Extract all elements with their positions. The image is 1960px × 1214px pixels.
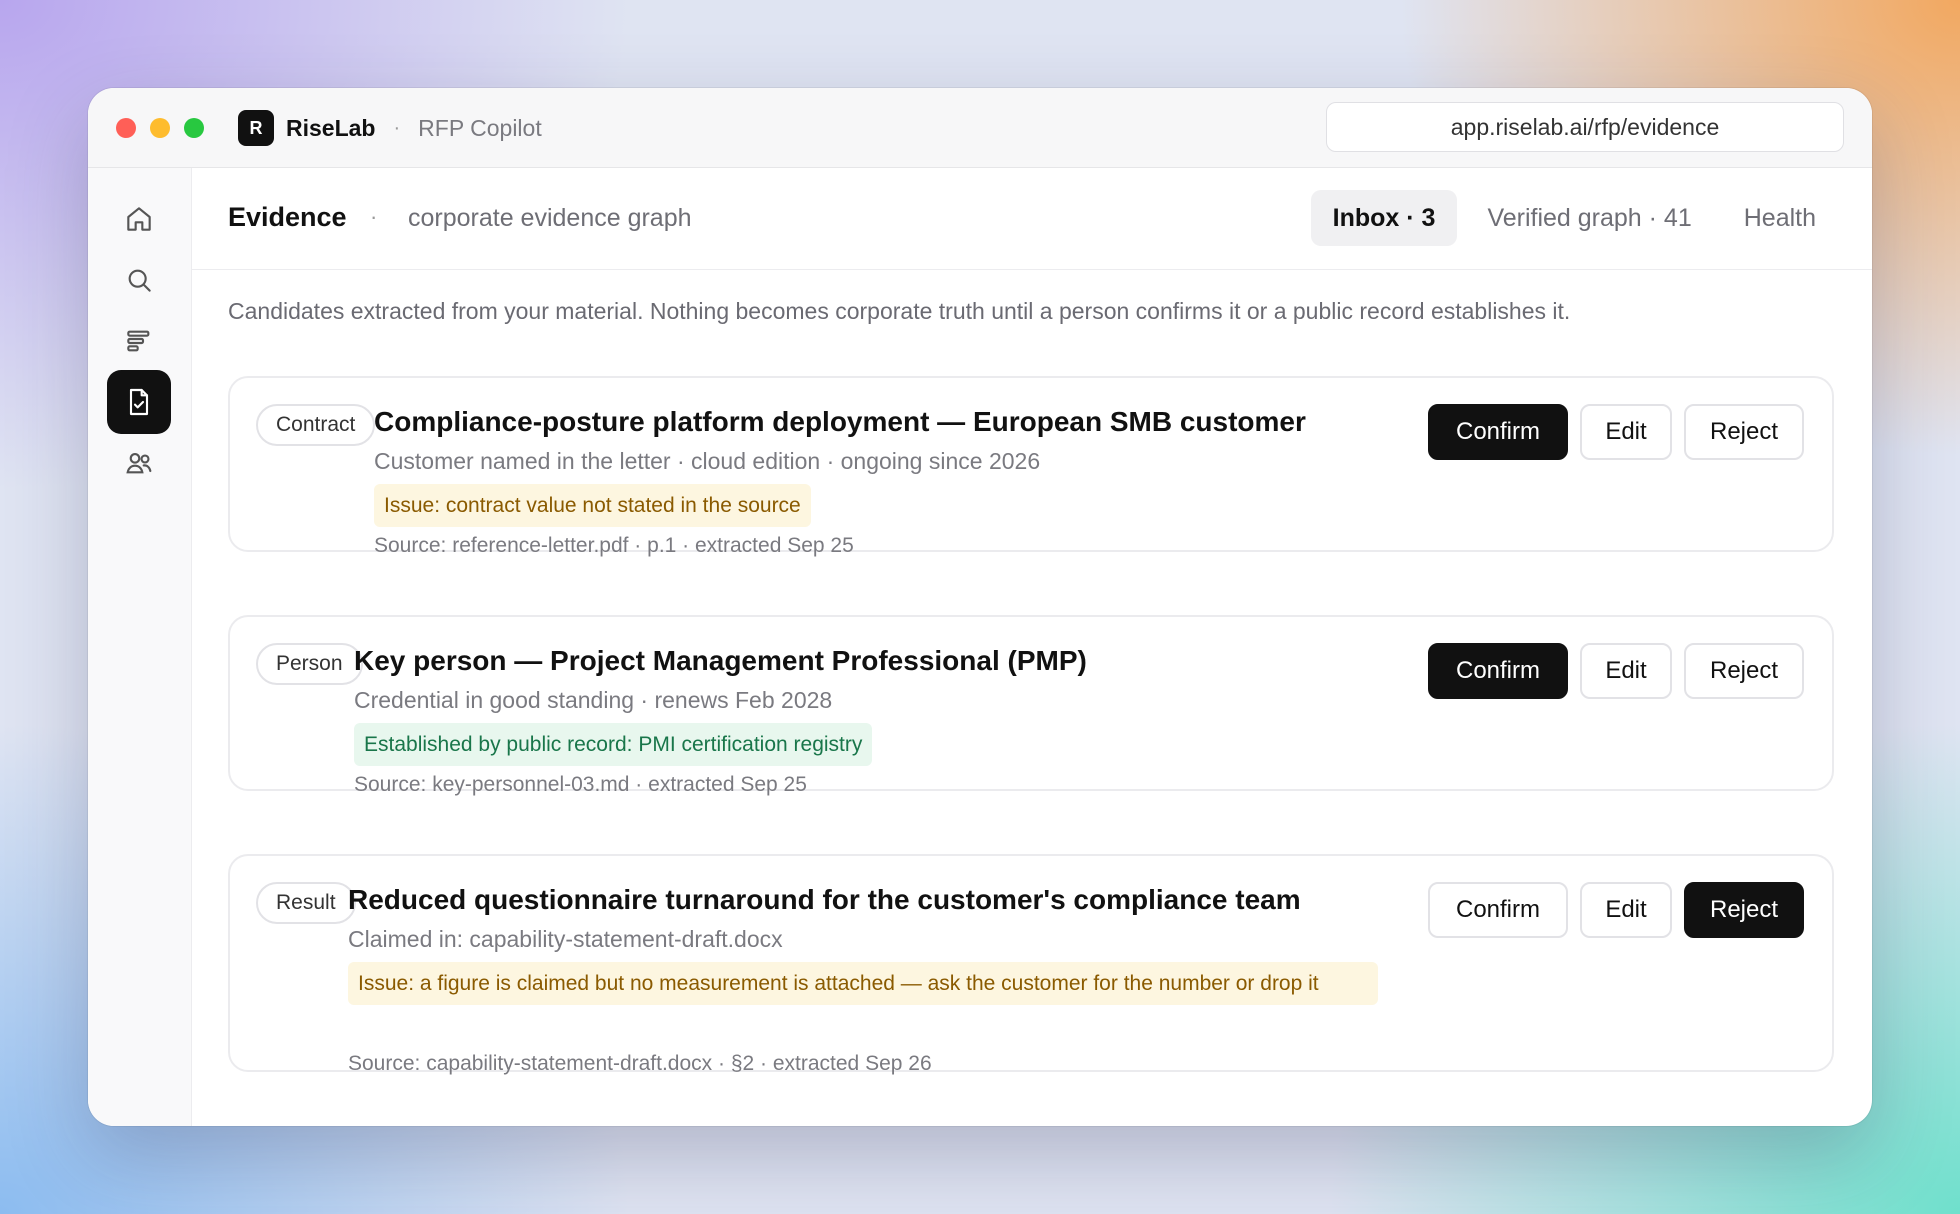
- app-window: R RiseLab · RFP Copilot app.riselab.ai/r…: [88, 88, 1872, 1126]
- card-tag: Contract: [256, 404, 376, 446]
- confirm-button[interactable]: Confirm: [1428, 643, 1568, 699]
- card-source: Source: key-personnel-03.md · extracted …: [354, 773, 807, 796]
- card-tag: Result: [256, 882, 356, 924]
- search-icon: [128, 269, 151, 292]
- card-description: Customer named in the letter · cloud edi…: [374, 448, 1041, 474]
- brand-separator: ·: [393, 116, 401, 139]
- card-actions: Confirm Edit Reject: [1428, 643, 1804, 699]
- reject-button[interactable]: Reject: [1684, 404, 1804, 460]
- home-icon: [127, 207, 151, 231]
- evidence-card: Result Reduced questionnaire turnaround …: [228, 854, 1834, 1075]
- main-content: Evidence · corporate evidence graph Inbo…: [192, 168, 1872, 1126]
- tab-health[interactable]: Health: [1722, 190, 1838, 246]
- card-title: Compliance-posture platform deployment —…: [374, 406, 1306, 437]
- page-subtitle: corporate evidence graph: [408, 204, 692, 232]
- edit-button[interactable]: Edit: [1580, 643, 1672, 699]
- nav-search[interactable]: [107, 248, 171, 312]
- product-name: RFP Copilot: [418, 114, 542, 141]
- document-check-icon: [129, 388, 149, 416]
- issue-note: Issue: contract value not stated in the …: [374, 484, 811, 527]
- nav-home[interactable]: [107, 187, 171, 251]
- issue-note: Issue: a figure is claimed but no measur…: [348, 962, 1378, 1005]
- card-title: Key person — Project Management Professi…: [354, 645, 1087, 676]
- users-icon: [126, 453, 152, 474]
- nav-evidence[interactable]: [107, 370, 171, 434]
- brand-name: RiseLab: [286, 114, 376, 141]
- view-tabs: Inbox · 3 Verified graph · 41 Health: [1310, 190, 1838, 246]
- card-tag: Person: [256, 643, 363, 685]
- reject-button[interactable]: Reject: [1684, 643, 1804, 699]
- page-header: Evidence · corporate evidence graph Inbo…: [192, 168, 1872, 270]
- url-bar[interactable]: app.riselab.ai/rfp/evidence: [1326, 102, 1844, 152]
- page-title: Evidence: [228, 202, 347, 232]
- nav-list[interactable]: [107, 309, 171, 373]
- tab-verified-graph[interactable]: Verified graph · 41: [1465, 190, 1713, 246]
- card-actions: Confirm Edit Reject: [1428, 882, 1804, 938]
- reject-button[interactable]: Reject: [1684, 882, 1804, 938]
- brand: R RiseLab · RFP Copilot: [238, 109, 542, 147]
- card-description: Claimed in: capability-statement-draft.d…: [348, 926, 783, 952]
- card-title: Reduced questionnaire turnaround for the…: [348, 884, 1301, 915]
- edit-button[interactable]: Edit: [1580, 404, 1672, 460]
- title-separator: ·: [370, 204, 378, 229]
- confirm-button[interactable]: Confirm: [1428, 404, 1568, 460]
- card-source: Source: capability-statement-draft.docx …: [348, 1052, 932, 1075]
- close-window-button[interactable]: [116, 118, 136, 138]
- nav-people[interactable]: [107, 431, 171, 495]
- sidebar: [88, 168, 192, 1126]
- maximize-window-button[interactable]: [184, 118, 204, 138]
- evidence-card: Person Key person — Project Management P…: [228, 615, 1834, 796]
- brand-logo: R: [238, 110, 274, 146]
- tab-inbox[interactable]: Inbox · 3: [1310, 190, 1458, 246]
- edit-button[interactable]: Edit: [1580, 882, 1672, 938]
- established-note: Established by public record: PMI certif…: [354, 723, 873, 766]
- evidence-card: Contract Compliance-posture platform dep…: [228, 376, 1834, 557]
- minimize-window-button[interactable]: [150, 118, 170, 138]
- card-actions: Confirm Edit Reject: [1428, 404, 1804, 460]
- confirm-button[interactable]: Confirm: [1428, 882, 1568, 938]
- intro-text: Candidates extracted from your material.…: [228, 298, 1571, 324]
- list-icon: [127, 330, 150, 352]
- card-source: Source: reference-letter.pdf · p.1 · ext…: [374, 534, 854, 557]
- card-description: Credential in good standing · renews Feb…: [354, 687, 833, 713]
- title-bar: R RiseLab · RFP Copilot app.riselab.ai/r…: [88, 88, 1872, 168]
